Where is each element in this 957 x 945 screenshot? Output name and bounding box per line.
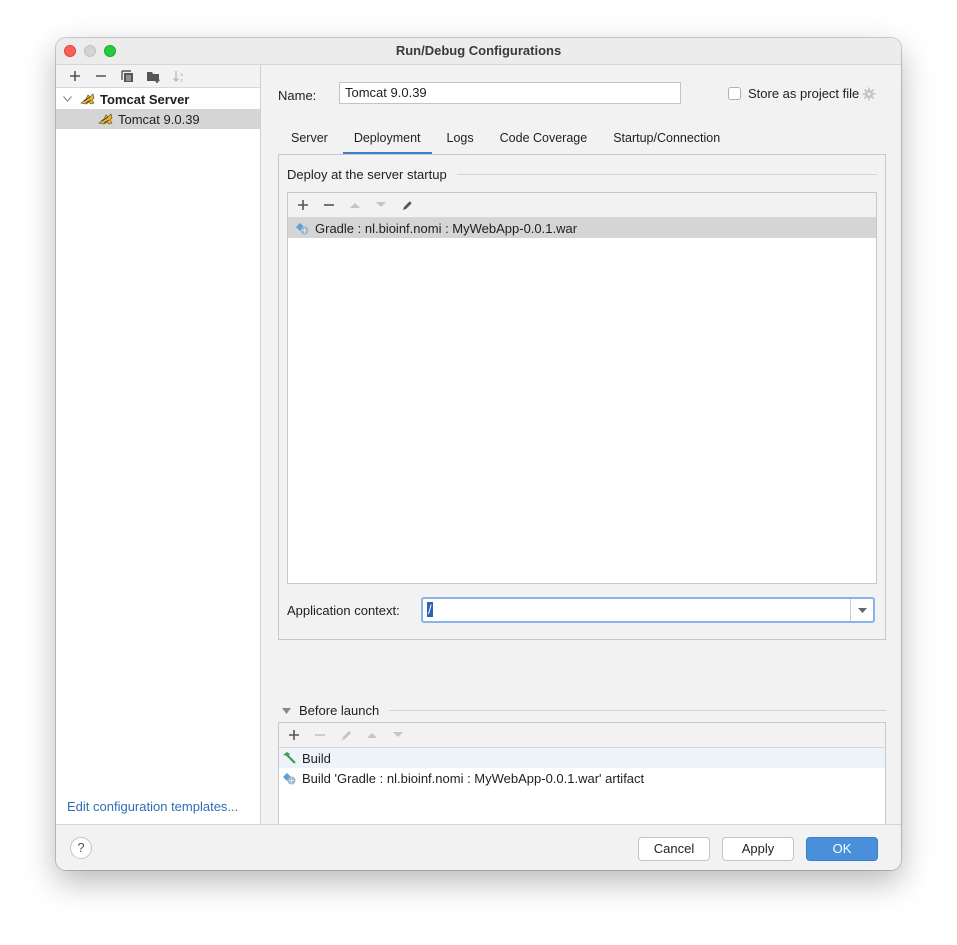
name-input[interactable]: Tomcat 9.0.39 — [339, 82, 681, 104]
add-task-button[interactable] — [281, 724, 307, 746]
ok-button[interactable]: OK — [806, 837, 878, 861]
before-launch-toolbar — [279, 723, 885, 748]
application-context-input[interactable]: / — [423, 599, 850, 621]
section-divider — [389, 710, 886, 711]
dialog-footer: ? Cancel Apply OK — [56, 824, 901, 870]
before-launch-item-artifact[interactable]: Build 'Gradle : nl.bioinf.nomi : MyWebAp… — [279, 768, 885, 788]
arrow-up-icon — [367, 733, 377, 738]
apply-button[interactable]: Apply — [722, 837, 794, 861]
arrow-up-icon — [350, 203, 360, 208]
plus-icon — [70, 71, 80, 81]
folder-plus-icon — [146, 71, 159, 83]
edit-configuration-templates-link[interactable]: Edit configuration templates... — [67, 799, 238, 814]
artifact-icon — [283, 773, 296, 785]
tomcat-icon — [98, 113, 113, 125]
cancel-button[interactable]: Cancel — [638, 837, 710, 861]
minus-icon — [324, 204, 334, 206]
tab-bar: Server Deployment Logs Code Coverage Sta… — [278, 127, 733, 155]
plus-icon — [298, 200, 308, 210]
minimize-window-button[interactable] — [84, 45, 96, 57]
deploy-section-header: Deploy at the server startup — [287, 167, 877, 182]
sort-alpha-icon: az — [173, 70, 184, 83]
edit-task-button[interactable] — [333, 724, 359, 746]
application-context-value: / — [427, 602, 433, 617]
remove-task-button[interactable] — [307, 724, 333, 746]
configuration-editor: Name: Tomcat 9.0.39 Store as project fil… — [261, 65, 901, 853]
chevron-down-icon[interactable] — [63, 94, 73, 105]
name-label: Name: — [278, 88, 317, 103]
add-deployment-button[interactable] — [290, 194, 316, 216]
deploy-list-toolbar — [288, 193, 876, 218]
maximize-window-button[interactable] — [104, 45, 116, 57]
tab-server[interactable]: Server — [278, 127, 341, 155]
move-down-button[interactable] — [368, 194, 394, 216]
deploy-artifacts-list: Gradle : nl.bioinf.nomi : MyWebApp-0.0.1… — [287, 192, 877, 584]
remove-configuration-button[interactable] — [88, 66, 114, 86]
close-window-button[interactable] — [64, 45, 76, 57]
tab-logs[interactable]: Logs — [434, 127, 487, 155]
artifact-icon — [296, 223, 309, 235]
tomcat-icon — [80, 93, 95, 105]
copy-configuration-button[interactable] — [114, 66, 140, 86]
application-context-combobox[interactable]: / — [421, 597, 875, 623]
before-launch-header[interactable]: Before launch — [282, 703, 886, 718]
tree-group-tomcat-server[interactable]: Tomcat Server — [56, 89, 260, 109]
deployment-tab-panel: Deploy at the server startup Gradle: nl… — [278, 154, 886, 640]
deployment-item-label: Gradle : nl.bioinf.nomi : MyWebApp-0.0.1… — [315, 220, 578, 236]
before-launch-list: Build Build 'Gradle : nl.bioinf.nomi : M… — [278, 722, 886, 831]
task-move-up-button[interactable] — [359, 724, 385, 746]
title-bar: Run/Debug Configurations — [56, 38, 901, 65]
store-as-project-file-checkbox[interactable]: Store as project file — [728, 86, 876, 101]
arrow-down-icon — [376, 202, 386, 207]
deploy-section-title: Deploy at the server startup — [287, 167, 447, 182]
store-as-project-file-box[interactable] — [728, 87, 741, 100]
move-up-button[interactable] — [342, 194, 368, 216]
before-launch-title: Before launch — [299, 703, 380, 718]
store-as-project-file-label: Store as project file — [748, 86, 860, 101]
hammer-icon — [283, 752, 296, 764]
application-context-label: Application context: — [287, 603, 400, 618]
deployment-item[interactable]: Gradle : nl.bioinf.nomi : MyWebApp-0.0.1… — [288, 218, 876, 238]
pencil-icon — [402, 200, 412, 210]
svg-text:z: z — [180, 78, 183, 83]
before-launch-item-build[interactable]: Build — [279, 748, 885, 768]
minus-icon — [96, 75, 106, 77]
tab-code-coverage[interactable]: Code Coverage — [487, 127, 601, 155]
copy-icon — [120, 69, 133, 82]
sort-configurations-button[interactable]: az — [166, 66, 192, 86]
task-move-down-button[interactable] — [385, 724, 411, 746]
help-button[interactable]: ? — [70, 837, 92, 859]
new-folder-button[interactable] — [140, 66, 166, 86]
tree-group-label: Tomcat Server — [100, 91, 190, 107]
gear-icon[interactable] — [862, 87, 876, 101]
before-launch-item-label: Build — [302, 750, 331, 766]
section-divider — [456, 174, 877, 175]
run-debug-configurations-dialog: Run/Debug Configurations az Tomcat Serve… — [56, 38, 901, 870]
add-configuration-button[interactable] — [62, 66, 88, 86]
arrow-down-icon — [393, 732, 403, 737]
tree-toolbar: az — [56, 65, 260, 88]
plus-icon — [289, 730, 299, 740]
remove-deployment-button[interactable] — [316, 194, 342, 216]
before-launch-item-label: Build 'Gradle : nl.bioinf.nomi : MyWebAp… — [302, 770, 645, 786]
collapse-triangle-icon[interactable] — [282, 707, 291, 714]
dropdown-arrow-icon[interactable] — [850, 599, 873, 621]
tree-item-tomcat-9-0-39[interactable]: Tomcat 9.0.39 — [56, 109, 260, 129]
window-title: Run/Debug Configurations — [395, 43, 562, 58]
pencil-icon — [341, 730, 351, 740]
configurations-tree-pane: az Tomcat Server Tomcat 9.0.39 Edit conf… — [56, 65, 261, 824]
edit-deployment-button[interactable] — [394, 194, 420, 216]
tab-deployment[interactable]: Deployment — [341, 127, 434, 155]
tree-item-label: Tomcat 9.0.39 — [118, 111, 200, 127]
tab-startup-connection[interactable]: Startup/Connection — [600, 127, 733, 155]
minus-icon — [315, 734, 325, 736]
